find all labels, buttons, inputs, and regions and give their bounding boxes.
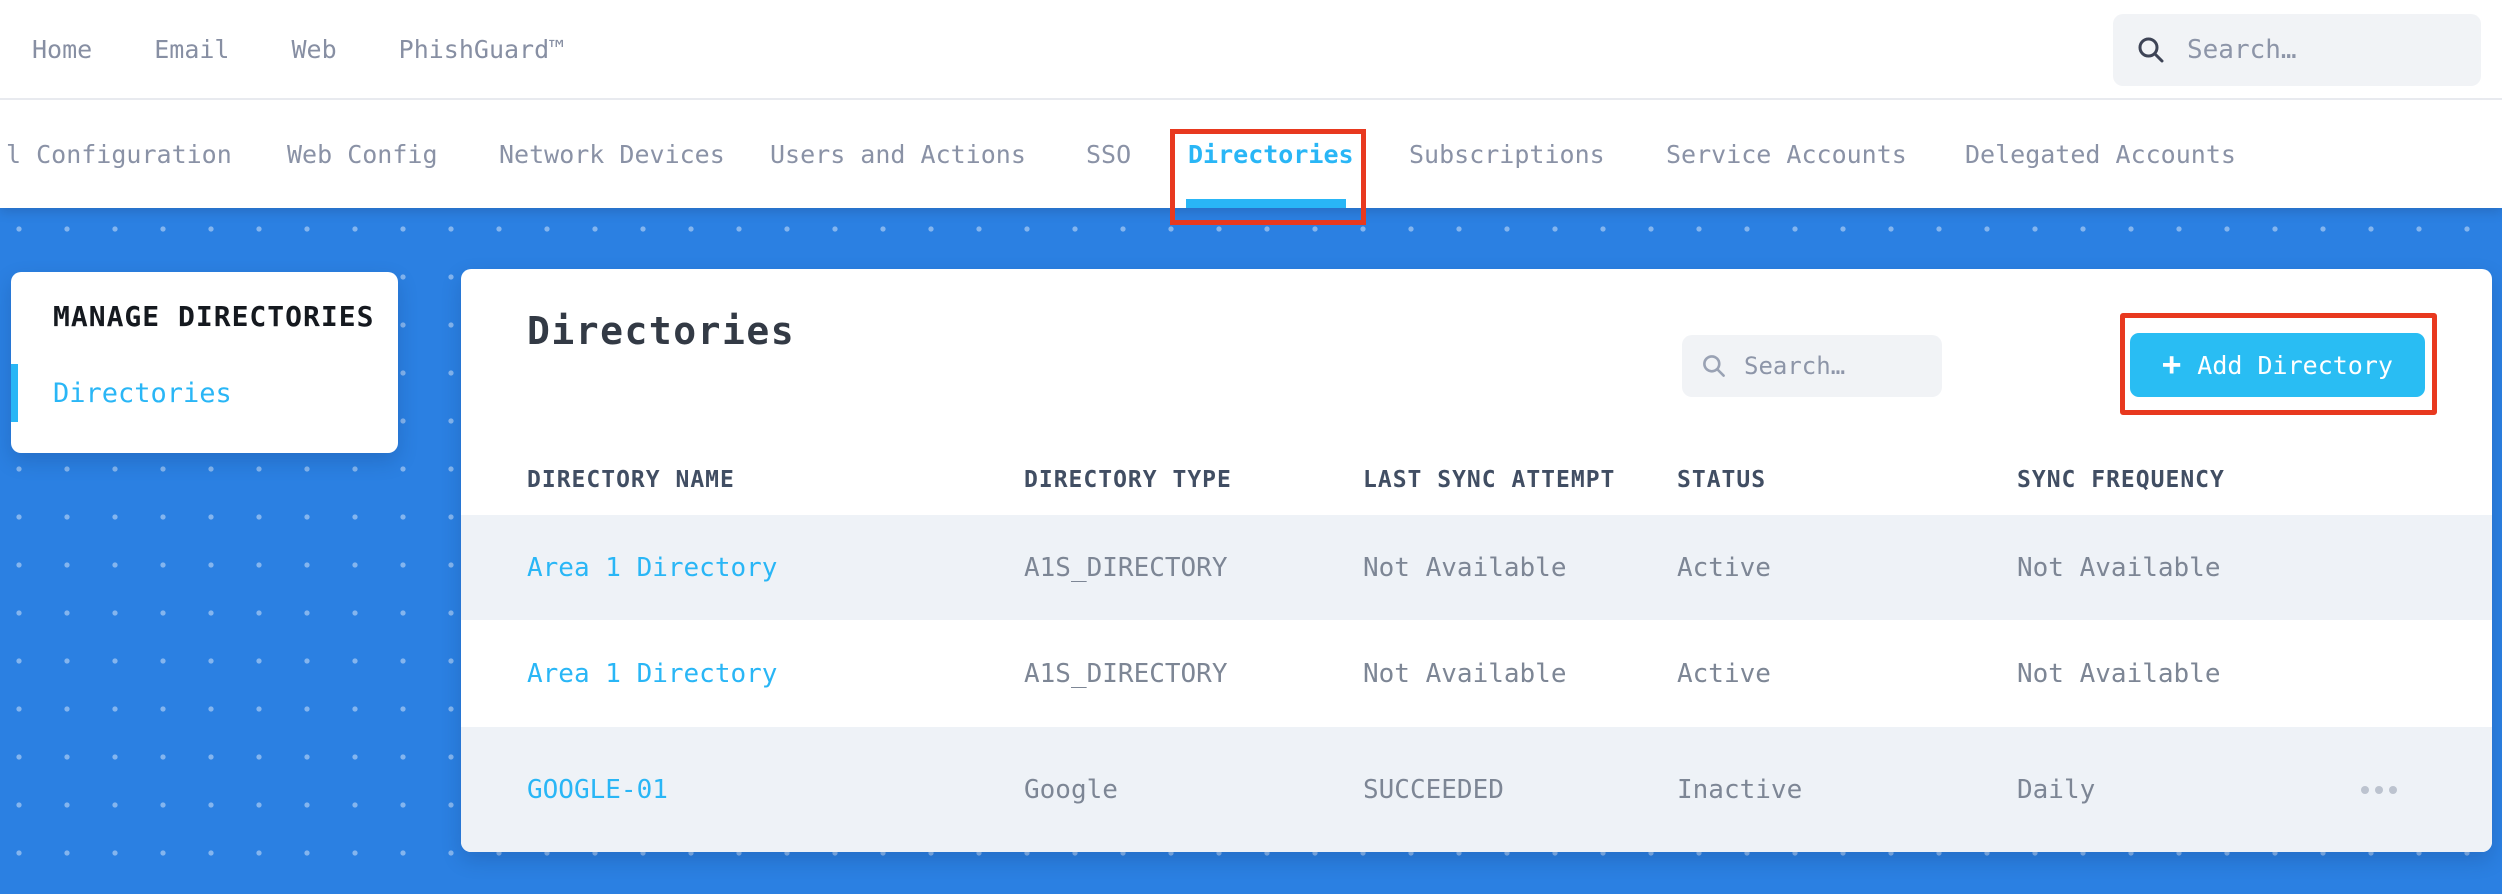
last-sync-cell: Not Available	[1363, 552, 1567, 583]
table-header-row: DIRECTORY NAME DIRECTORY TYPE LAST SYNC …	[461, 445, 2492, 515]
search-icon	[2138, 37, 2164, 63]
ellipsis-icon	[2389, 785, 2397, 794]
directory-name-link[interactable]: Area 1 Directory	[527, 553, 777, 583]
directory-name-link[interactable]: Area 1 Directory	[527, 659, 777, 689]
ellipsis-icon	[2375, 785, 2383, 794]
sidebar-item-label: Directories	[53, 377, 232, 409]
active-item-indicator	[11, 364, 18, 422]
tab-subscriptions[interactable]: Subscriptions	[1409, 100, 1605, 208]
settings-tab-bar: l Configuration Web Config Network Devic…	[0, 100, 2502, 208]
search-icon	[1703, 355, 1725, 377]
plus-icon: +	[2162, 345, 2182, 383]
nav-item-web[interactable]: Web	[291, 35, 336, 64]
directories-card: Directories + Add Directory DIRECTORY NA…	[461, 269, 2492, 852]
tab-email-configuration[interactable]: l Configuration	[6, 100, 232, 208]
global-search[interactable]	[2113, 14, 2481, 86]
status-cell: Active	[1677, 658, 1771, 689]
tab-users-and-actions[interactable]: Users and Actions	[770, 100, 1026, 208]
tab-directories[interactable]: Directories	[1188, 100, 1354, 208]
directory-name-link[interactable]: GOOGLE-01	[527, 775, 668, 805]
sync-frequency-cell: Not Available	[2017, 658, 2221, 689]
directories-search[interactable]	[1682, 335, 1942, 397]
manage-directories-panel: MANAGE DIRECTORIES Directories	[11, 272, 398, 453]
tab-service-accounts[interactable]: Service Accounts	[1666, 100, 1907, 208]
status-cell: Inactive	[1677, 774, 1803, 805]
sync-frequency-cell: Not Available	[2017, 552, 2221, 583]
table-row[interactable]: Area 1 Directory A1S_DIRECTORY Not Avail…	[461, 620, 2492, 727]
active-tab-underline	[1186, 199, 1346, 208]
sync-frequency-cell: Daily	[2017, 774, 2096, 805]
nav-item-phishguard[interactable]: PhishGuard™	[399, 35, 565, 64]
column-header-sync-frequency: SYNC FREQUENCY	[2017, 467, 2225, 493]
status-cell: Active	[1677, 552, 1771, 583]
column-header-last-sync-attempt: LAST SYNC ATTEMPT	[1363, 467, 1616, 493]
last-sync-cell: SUCCEEDED	[1363, 774, 1504, 805]
top-navigation-bar: Home Email Web PhishGuard™	[0, 0, 2502, 100]
add-directory-button[interactable]: + Add Directory	[2130, 333, 2425, 397]
tab-network-devices[interactable]: Network Devices	[499, 100, 725, 208]
directory-type-cell: Google	[1024, 774, 1118, 805]
page-title: Directories	[527, 309, 796, 353]
nav-item-email[interactable]: Email	[154, 35, 229, 64]
last-sync-cell: Not Available	[1363, 658, 1567, 689]
column-header-directory-type: DIRECTORY TYPE	[1024, 467, 1232, 493]
column-header-status: STATUS	[1677, 467, 1767, 493]
table-row[interactable]: GOOGLE-01 Google SUCCEEDED Inactive Dail…	[461, 727, 2492, 852]
sidebar-item-directories[interactable]: Directories	[11, 364, 398, 422]
tab-delegated-accounts[interactable]: Delegated Accounts	[1965, 100, 2236, 208]
directory-type-cell: A1S_DIRECTORY	[1024, 658, 1228, 689]
tab-sso[interactable]: SSO	[1086, 100, 1131, 208]
tab-web-config[interactable]: Web Config	[287, 100, 438, 208]
global-search-input[interactable]	[2187, 35, 2459, 65]
column-header-directory-name: DIRECTORY NAME	[527, 467, 735, 493]
panel-heading: MANAGE DIRECTORIES	[53, 300, 375, 333]
row-actions-menu[interactable]	[2351, 776, 2407, 804]
directories-search-input[interactable]	[1744, 352, 1924, 380]
ellipsis-icon	[2361, 785, 2369, 794]
page: Home Email Web PhishGuard™ l Configurati…	[0, 0, 2502, 894]
table-row[interactable]: Area 1 Directory A1S_DIRECTORY Not Avail…	[461, 515, 2492, 620]
directory-type-cell: A1S_DIRECTORY	[1024, 552, 1228, 583]
add-directory-label: Add Directory	[2197, 350, 2393, 380]
nav-item-home[interactable]: Home	[32, 35, 92, 64]
